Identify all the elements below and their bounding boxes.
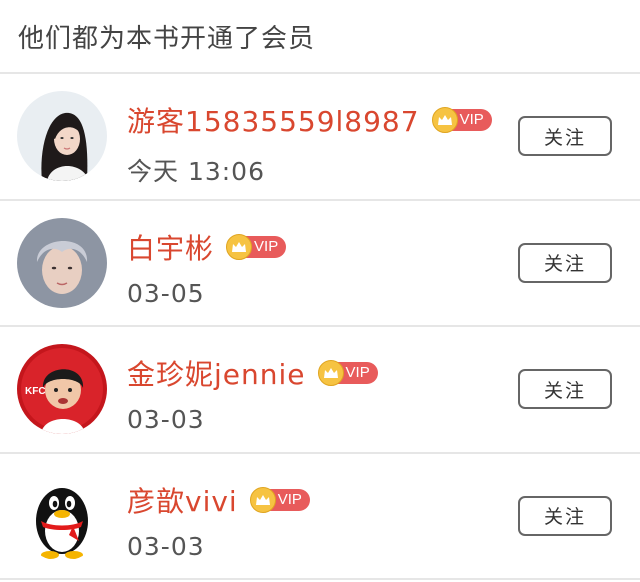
avatar[interactable] [17, 217, 107, 308]
penguin-icon [17, 470, 107, 561]
avatar[interactable]: KFC [17, 344, 107, 435]
crown-icon [317, 360, 344, 386]
member-info: 彦歆vivi VIP 03-03 [127, 454, 520, 579]
header-title: 他们都为本书开通了会员 [18, 23, 316, 54]
avatar[interactable] [17, 91, 107, 182]
svg-text:KFC: KFC [25, 386, 46, 397]
vip-badge: VIP [249, 486, 310, 513]
member-name[interactable]: 白宇彬 [127, 227, 214, 267]
member-date: 03-03 [127, 531, 205, 561]
name-line: 金珍妮jennie VIP [127, 353, 378, 393]
member-row[interactable]: KFC 金珍妮jennie VIP 03-03 关注 [0, 327, 640, 454]
boy-portrait-icon [17, 217, 107, 308]
follow-button[interactable]: 关注 [518, 369, 612, 410]
member-info: 金珍妮jennie VIP 03-03 [127, 327, 520, 452]
member-date: 03-05 [127, 278, 205, 308]
member-name[interactable]: 彦歆vivi [127, 480, 238, 520]
member-name[interactable]: 金珍妮jennie [127, 353, 306, 393]
name-line: 彦歆vivi VIP [127, 480, 310, 520]
member-name[interactable]: 游客15835559l8987 [127, 100, 420, 140]
name-line: 白宇彬 VIP [127, 227, 287, 267]
kfc-kid-icon: KFC [17, 344, 107, 435]
crown-icon [431, 107, 458, 133]
member-date: 03-03 [127, 405, 205, 434]
crown-icon [249, 486, 276, 513]
vip-badge: VIP [317, 360, 378, 386]
crown-icon [226, 233, 253, 260]
vip-badge: VIP [226, 233, 287, 260]
girl-portrait-icon [17, 91, 107, 182]
avatar[interactable] [17, 470, 107, 561]
member-date: 今天 13:06 [127, 157, 265, 186]
vip-members-header: 他们都为本书开通了会员 [0, 0, 640, 74]
member-info: 白宇彬 VIP 03-05 [127, 201, 520, 326]
follow-button[interactable]: 关注 [518, 242, 612, 283]
member-row[interactable]: 白宇彬 VIP 03-05 关注 [0, 201, 640, 327]
member-row[interactable]: 彦歆vivi VIP 03-03 关注 [0, 454, 640, 580]
name-line: 游客15835559l8987 VIP [127, 100, 492, 140]
follow-button[interactable]: 关注 [518, 116, 612, 157]
member-info: 游客15835559l8987 VIP 今天 13:06 [127, 74, 520, 199]
follow-button[interactable]: 关注 [518, 495, 612, 536]
member-row[interactable]: 游客15835559l8987 VIP 今天 13:06 关注 [0, 74, 640, 201]
member-list: 游客15835559l8987 VIP 今天 13:06 关注 白宇彬 VIP … [0, 74, 640, 580]
vip-badge: VIP [431, 107, 492, 133]
